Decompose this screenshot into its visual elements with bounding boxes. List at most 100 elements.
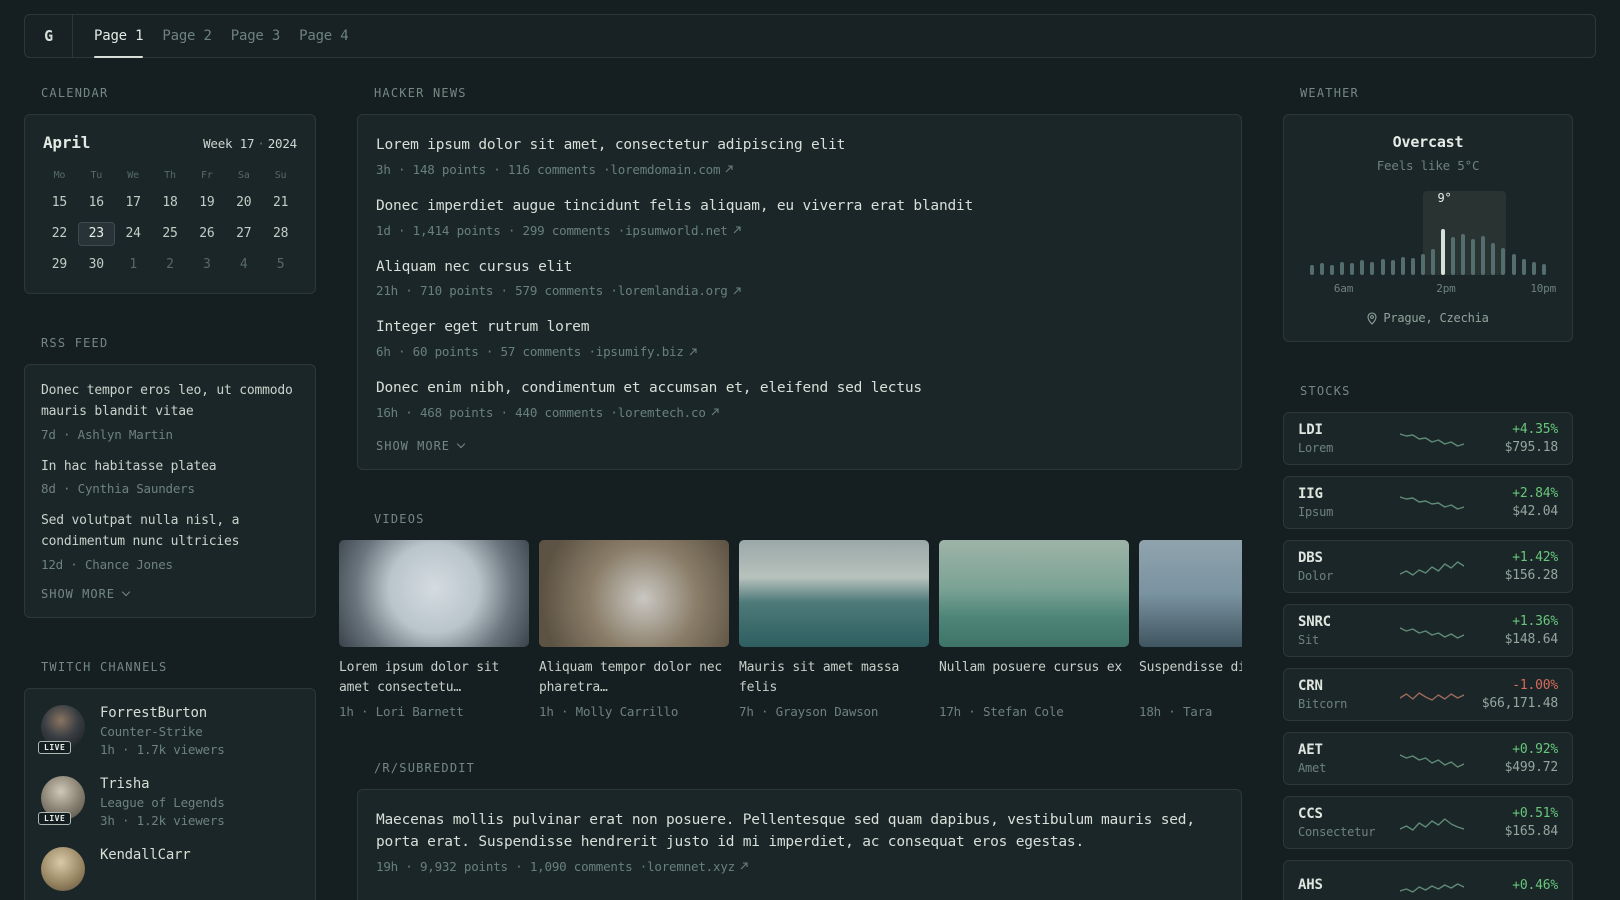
hn-domain-link[interactable]: loremtech.co xyxy=(618,405,706,420)
calendar-day: 1 xyxy=(129,257,137,272)
list-item: Aliquam nec cursus elit 21h · 710 points… xyxy=(376,257,1223,298)
video-card[interactable]: Suspendisse diam 18h · Tara xyxy=(1139,539,1242,719)
video-title[interactable]: Lorem ipsum dolor sit amet consectetu… xyxy=(339,658,529,698)
list-item: In hac habitasse platea 8d · Cynthia Sau… xyxy=(41,457,299,497)
video-meta: 18h · Tara xyxy=(1139,703,1213,719)
stock-symbol: CRN xyxy=(1298,678,1323,694)
channel-name[interactable]: ForrestBurton xyxy=(100,705,225,721)
twitch-channel[interactable]: LIVE ForrestBurton Counter-Strike 1h · 1… xyxy=(38,704,299,757)
videos-widget: VIDEOS Lorem ipsum dolor sit amet consec… xyxy=(339,512,1242,719)
calendar-day: 30 xyxy=(88,257,104,272)
subreddit-card: Maecenas mollis pulvinar erat non posuer… xyxy=(357,789,1242,900)
hn-item-title[interactable]: Donec enim nibh, condimentum et accumsan… xyxy=(376,378,1223,400)
subreddit-section-title: /R/SUBREDDIT xyxy=(374,761,476,776)
twitch-channel[interactable]: LIVE Trisha League of Legends 3h · 1.2k … xyxy=(38,775,299,828)
stock-symbol: SNRC xyxy=(1298,614,1331,630)
avatar-wrap xyxy=(41,846,85,891)
video-thumbnail[interactable] xyxy=(739,539,929,647)
list-item: Donec enim nibh, condimentum et accumsan… xyxy=(376,378,1223,420)
twitch-channel[interactable]: KendallCarr xyxy=(41,846,299,891)
nav-tab-page-2[interactable]: Page 2 xyxy=(162,15,212,57)
dow-label: Sa xyxy=(237,170,250,181)
show-more-button[interactable]: SHOW MORE xyxy=(376,439,1223,453)
stock-row[interactable]: AHS +0.46% xyxy=(1283,860,1573,900)
video-card[interactable]: Nullam posuere cursus ex 17h · Stefan Co… xyxy=(939,539,1129,719)
rss-widget: RSS FEED Donec tempor eros leo, ut commo… xyxy=(24,336,316,618)
hn-domain-link[interactable]: loremdomain.com xyxy=(610,162,720,177)
weather-card: Overcast Feels like 5°C 9° 6am 2pm 10pm xyxy=(1283,114,1573,342)
nav-tab-page-3[interactable]: Page 3 xyxy=(231,15,281,57)
stock-row[interactable]: CRN Bitcorn -1.00% $66,171.48 xyxy=(1283,668,1573,721)
subreddit-post-title[interactable]: Maecenas mollis pulvinar erat non posuer… xyxy=(376,810,1223,854)
hn-item-title[interactable]: Lorem ipsum dolor sit amet, consectetur … xyxy=(376,135,1223,157)
show-more-button[interactable]: SHOW MORE xyxy=(41,587,299,601)
video-thumbnail[interactable] xyxy=(339,539,529,647)
video-thumbnail[interactable] xyxy=(539,539,729,647)
dow-label: Th xyxy=(164,170,176,181)
video-title[interactable]: Mauris sit amet massa felis xyxy=(739,658,929,698)
video-card[interactable]: Mauris sit amet massa felis 7h · Grayson… xyxy=(739,539,929,719)
channel-name[interactable]: Trisha xyxy=(100,776,225,792)
dow-label: Tu xyxy=(90,170,103,181)
weather-section-title: WEATHER xyxy=(1300,86,1359,100)
weather-bar xyxy=(1521,259,1526,275)
external-link-icon xyxy=(740,862,748,870)
stock-row[interactable]: SNRC Sit +1.36% $148.64 xyxy=(1283,604,1573,657)
rss-item-title[interactable]: Donec tempor eros leo, ut commodo mauris… xyxy=(41,381,299,423)
calendar-day-headers: Mo Tu We Th Fr Sa Su xyxy=(41,170,299,181)
dashboard-page: G Page 1 Page 2 Page 3 Page 4 CALENDAR A… xyxy=(0,0,1620,900)
stock-row[interactable]: IIG Ipsum +2.84% $42.04 xyxy=(1283,476,1573,529)
stock-row[interactable]: CCS Consectetur +0.51% $165.84 xyxy=(1283,796,1573,849)
nav-tab-page-1[interactable]: Page 1 xyxy=(94,15,144,58)
video-title[interactable]: Nullam posuere cursus ex xyxy=(939,658,1129,698)
video-thumbnail[interactable] xyxy=(939,539,1129,647)
video-card[interactable]: Lorem ipsum dolor sit amet consectetu… 1… xyxy=(339,539,529,719)
middle-column: HACKER NEWS Lorem ipsum dolor sit amet, … xyxy=(339,86,1242,900)
dow-label: We xyxy=(127,170,139,181)
external-link-icon xyxy=(733,226,741,234)
video-title[interactable]: Aliquam tempor dolor nec pharetra… xyxy=(539,658,729,698)
stock-sparkline xyxy=(1400,626,1464,639)
calendar-day: 3 xyxy=(203,257,211,272)
app-logo[interactable]: G xyxy=(25,15,72,57)
hn-domain-link[interactable]: loremlandia.org xyxy=(618,283,728,298)
video-meta: 1h · Molly Carrillo xyxy=(539,704,679,720)
weather-bar xyxy=(1481,236,1486,275)
calendar-day: 27 xyxy=(236,226,252,241)
hn-domain-link[interactable]: ipsumworld.net xyxy=(625,223,728,238)
video-thumbnail[interactable] xyxy=(1139,539,1242,647)
stock-row[interactable]: LDI Lorem +4.35% $795.18 xyxy=(1283,412,1573,465)
stock-row[interactable]: AET Amet +0.92% $499.72 xyxy=(1283,732,1573,785)
hn-meta-text: 1d · 1,414 points · 299 comments · xyxy=(376,222,626,238)
hn-item-title[interactable]: Aliquam nec cursus elit xyxy=(376,257,1223,279)
videos-row: Lorem ipsum dolor sit amet consectetu… 1… xyxy=(339,539,1242,720)
stock-price: $148.64 xyxy=(1504,632,1559,647)
stock-change: +4.35% xyxy=(1512,422,1558,437)
stock-change: +0.92% xyxy=(1512,742,1558,757)
video-title[interactable]: Suspendisse diam xyxy=(1139,658,1242,698)
weather-bar xyxy=(1471,239,1476,275)
stock-sparkline xyxy=(1400,753,1464,768)
dow-label: Su xyxy=(274,170,287,181)
list-item: Integer eget rutrum lorem 6h · 60 points… xyxy=(376,317,1223,359)
calendar-day: 4 xyxy=(239,257,248,272)
weather-bar xyxy=(1320,263,1325,275)
stocks-section-title: STOCKS xyxy=(1300,384,1351,398)
rss-item-title[interactable]: Sed volutpat nulla nisl, a condimentum n… xyxy=(41,511,299,553)
subreddit-domain-link[interactable]: loremnet.xyz xyxy=(647,859,735,874)
hn-item-title[interactable]: Donec imperdiet augue tincidunt felis al… xyxy=(376,196,1223,218)
calendar-day: 25 xyxy=(162,226,178,241)
stock-row[interactable]: DBS Dolor +1.42% $156.28 xyxy=(1283,540,1573,593)
channel-info: Trisha League of Legends 3h · 1.2k viewe… xyxy=(100,776,225,828)
subreddit-widget: /R/SUBREDDIT Maecenas mollis pulvinar er… xyxy=(357,761,1242,900)
channel-name[interactable]: KendallCarr xyxy=(100,847,191,863)
weather-location: Prague, Czechia xyxy=(1383,311,1489,325)
video-card[interactable]: Aliquam tempor dolor nec pharetra… 1h · … xyxy=(539,539,729,720)
weather-times: 6am 2pm 10pm xyxy=(1300,282,1556,297)
hn-item-title[interactable]: Integer eget rutrum lorem xyxy=(376,317,1223,339)
nav-tab-page-4[interactable]: Page 4 xyxy=(299,15,349,57)
hn-domain-link[interactable]: ipsumify.biz xyxy=(596,344,684,359)
left-column: CALENDAR April Week 17 · 2024 Mo Tu We Th … xyxy=(24,86,316,900)
rss-item-title[interactable]: In hac habitasse platea xyxy=(41,457,299,478)
stock-change: +1.36% xyxy=(1512,614,1558,629)
